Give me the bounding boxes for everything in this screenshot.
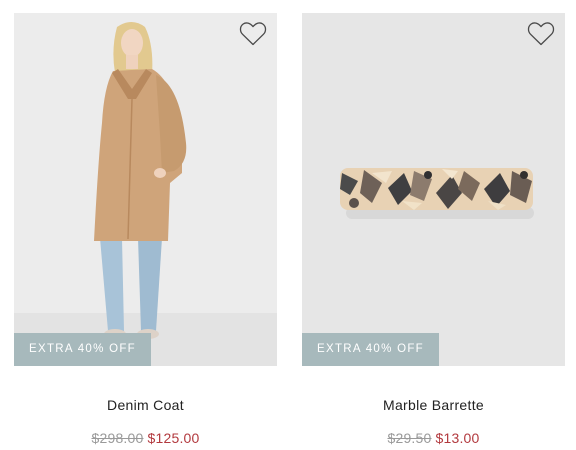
product-grid: EXTRA 40% OFF Denim Coat $298.00$125.00 [0,0,576,450]
product-name[interactable]: Denim Coat [14,397,277,413]
product-price: $29.50 $13.00 [302,430,565,446]
product-card-denim-coat[interactable]: EXTRA 40% OFF Denim Coat $298.00 $125.00 [14,13,277,446]
heart-outline-icon[interactable] [527,21,555,47]
sale-price: $125.00 [147,430,200,446]
discount-badge: EXTRA 40% OFF [14,333,152,366]
product-price: $298.00 $125.00 [14,430,277,446]
sale-price: $13.00 [435,430,480,446]
product-image-denim-coat[interactable]: EXTRA 40% OFF [14,13,277,366]
product-image-marble-barrette[interactable]: EXTRA 40% OFF [302,13,565,366]
coat-model-photo [14,13,277,366]
original-price: $298.00 [91,430,144,446]
product-card-marble-barrette[interactable]: EXTRA 40% OFF Marble Barrette $29.50 $13.… [302,13,565,446]
product-name[interactable]: Marble Barrette [302,397,565,413]
barrette-photo [302,13,565,366]
discount-badge: EXTRA 40% OFF [302,333,440,366]
original-price: $29.50 [387,430,432,446]
heart-outline-icon[interactable] [239,21,267,47]
